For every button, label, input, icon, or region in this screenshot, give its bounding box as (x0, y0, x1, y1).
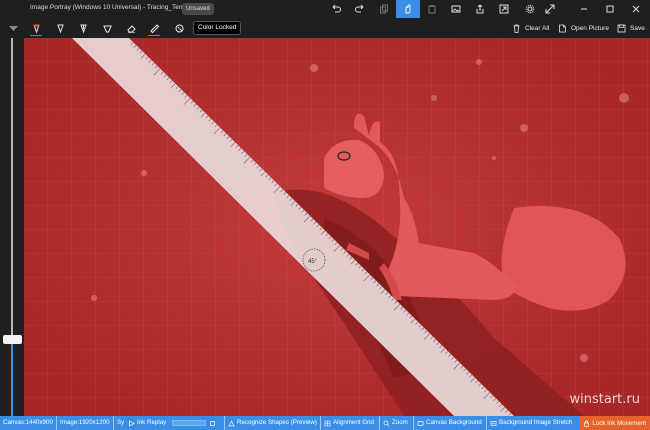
canvas-size-label: Canvas:1440x900 (3, 419, 53, 426)
ink-replay-label: Ink Replay (137, 419, 167, 426)
minimize-icon (581, 8, 587, 10)
stop-replay-button[interactable] (209, 416, 216, 430)
touch-button[interactable] (396, 0, 420, 18)
ruler-angle-label: 45° (308, 259, 318, 265)
fullscreen-button[interactable] (538, 0, 562, 18)
stop-icon (210, 420, 215, 426)
play-icon (129, 419, 135, 427)
tool-ballpoint-pen[interactable] (25, 18, 47, 38)
tool-eraser[interactable] (120, 18, 142, 38)
close-icon (632, 5, 640, 13)
pencil-icon (56, 24, 64, 33)
ink-replay-button[interactable]: Ink Replay (128, 416, 166, 430)
tool-ruler[interactable] (143, 18, 165, 38)
tool-pencil[interactable] (49, 18, 71, 38)
slider-thumb[interactable] (3, 335, 22, 344)
pen-icon (32, 24, 40, 33)
hand-icon (405, 4, 411, 14)
clear-all-label: Clear All (525, 24, 550, 32)
ink-toolbar: Clear All Open Picture Save (0, 18, 650, 38)
close-button[interactable] (624, 0, 648, 18)
expand-icon (545, 4, 555, 14)
selected-underline (30, 34, 42, 36)
paste-button[interactable] (420, 0, 444, 18)
open-file-icon (559, 24, 566, 32)
alignment-grid-button[interactable]: Alignment Grid (320, 416, 374, 430)
color-lock-button[interactable] (168, 18, 190, 38)
zoom-button[interactable]: Zoom (379, 416, 408, 430)
paste-icon (428, 5, 436, 14)
background-stretch-label: Background Image Stretch (499, 419, 573, 426)
palette-lock-icon (175, 24, 183, 32)
replay-progress[interactable] (172, 420, 206, 426)
undo-icon (332, 4, 341, 13)
sync-label: Sy (113, 416, 124, 430)
stretch-icon (490, 420, 497, 426)
selected-underline (148, 34, 160, 36)
open-picture-label: Open Picture (571, 24, 609, 32)
maximize-icon (606, 5, 614, 13)
image-icon (451, 5, 461, 13)
alignment-grid-label: Alignment Grid (333, 419, 374, 426)
status-bar: Canvas:1440x900 Image:1920x1200 Sy Ink R… (0, 416, 650, 430)
lock-icon (584, 420, 590, 427)
gear-icon (525, 4, 535, 14)
highlighter-icon (102, 25, 112, 32)
copy-button[interactable] (372, 0, 396, 18)
share-icon (476, 4, 484, 14)
redo-button[interactable] (348, 0, 372, 18)
share-button[interactable] (468, 0, 492, 18)
stroke-size-slider[interactable] (0, 38, 24, 416)
clear-all-button[interactable]: Clear All (512, 21, 549, 35)
recognize-shapes-label: Recognize Shapes (Preview) (237, 419, 317, 426)
zoom-label: Zoom (392, 419, 408, 426)
undo-button[interactable] (324, 0, 348, 18)
shapes-icon (228, 419, 235, 426)
canvas-background-label: Canvas Background (426, 419, 482, 426)
open-picture-button[interactable]: Open Picture (558, 21, 609, 35)
slider-fill (11, 344, 13, 416)
save-button[interactable]: Save (617, 21, 645, 35)
image-button[interactable] (444, 0, 468, 18)
recognize-shapes-button[interactable]: Recognize Shapes (Preview) (224, 416, 317, 430)
trash-icon (513, 24, 520, 33)
maximize-button[interactable] (598, 0, 622, 18)
save-label: Save (630, 24, 645, 32)
status-badge: Unsaved (182, 3, 214, 15)
canvas-background-button[interactable]: Canvas Background (413, 416, 482, 430)
funnel-icon (8, 25, 18, 31)
tool-dropdown[interactable] (2, 18, 24, 38)
minimize-button[interactable] (572, 0, 596, 18)
watermark: winstart.ru (569, 392, 640, 407)
export-icon (499, 4, 509, 14)
app-title: Image Portray (Windows 10 Universal) - T… (30, 4, 198, 11)
tool-highlighter[interactable] (96, 18, 118, 38)
eraser-icon (126, 24, 136, 33)
color-locked-tooltip: Color Locked (193, 21, 242, 35)
grid-icon (324, 420, 331, 426)
lock-ink-label: Lock Ink Movement (592, 419, 646, 427)
copy-icon (380, 4, 388, 14)
title-bar: Image Portray (Windows 10 Universal) - T… (0, 0, 650, 18)
canvas-drawing: 45° (24, 38, 650, 416)
export-button[interactable] (492, 0, 516, 18)
background-stretch-button[interactable]: Background Image Stretch (486, 416, 572, 430)
zoom-icon (383, 420, 390, 427)
ruler-icon (149, 23, 159, 33)
image-size-label: Image:1920x1200 (56, 416, 110, 430)
tool-calligraphy[interactable] (72, 18, 94, 38)
background-icon (417, 420, 424, 426)
redo-icon (355, 4, 364, 13)
ink-canvas[interactable]: 45° (24, 38, 650, 416)
calligraphy-pen-icon (79, 24, 87, 33)
save-icon (617, 24, 626, 32)
lock-ink-button[interactable]: Lock Ink Movement (579, 416, 650, 430)
